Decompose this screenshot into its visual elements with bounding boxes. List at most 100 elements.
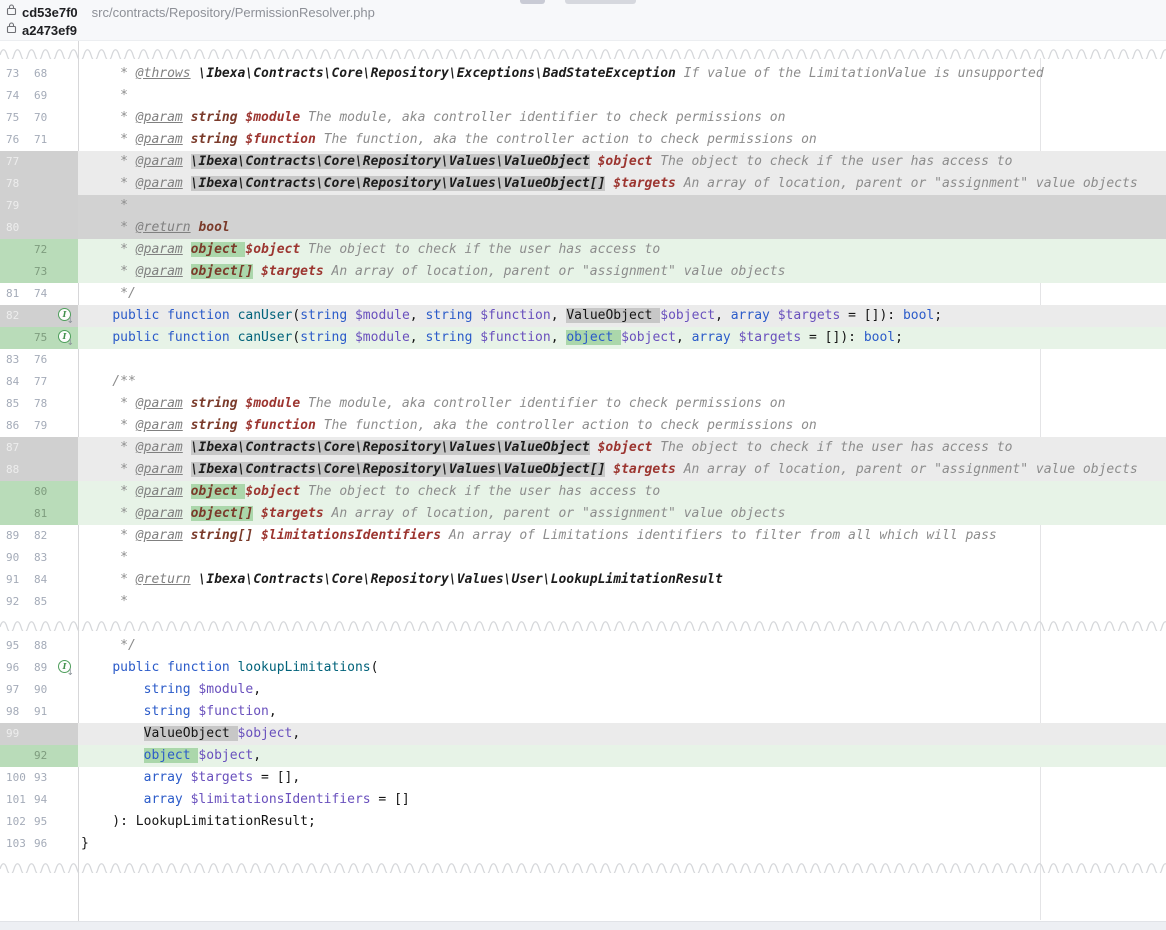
code-token: array [144, 770, 183, 785]
new-line-number: 68 [34, 63, 58, 85]
code-token: $object [238, 726, 293, 741]
implemented-method-icon[interactable]: I↓ [58, 308, 74, 324]
gutter: 88 [0, 459, 78, 481]
code-line[interactable]: * @param object $object The object to ch… [78, 239, 1166, 261]
code-token [731, 330, 739, 345]
code-token: array [731, 308, 770, 323]
code-line[interactable]: * @return \Ibexa\Contracts\Core\Reposito… [78, 569, 1166, 591]
code-token: The module, aka controller identifier to… [300, 110, 785, 125]
code-line[interactable]: object $object, [78, 745, 1166, 767]
code-line[interactable]: * @param string $module The module, aka … [78, 393, 1166, 415]
implemented-method-icon[interactable]: I↓ [58, 660, 74, 676]
gutter-icon-slot [58, 635, 76, 657]
code-token: } [81, 836, 89, 851]
code-token: @param [136, 506, 183, 521]
code-line[interactable]: * @param string $function The function, … [78, 129, 1166, 151]
collapsed-region-separator[interactable] [0, 613, 1166, 635]
code-line[interactable]: * @param string $function The function, … [78, 415, 1166, 437]
gutter: 73 [0, 261, 78, 283]
new-line-number [34, 723, 58, 745]
code-token: * [81, 220, 136, 235]
code-token: canUser [238, 330, 293, 345]
code-token: $targets [261, 506, 324, 521]
code-token [159, 308, 167, 323]
diff-line: 75I↓ public function canUser(string $mod… [0, 327, 1166, 349]
new-line-number [34, 459, 58, 481]
code-line[interactable]: * @throws \Ibexa\Contracts\Core\Reposito… [78, 63, 1166, 85]
code-line[interactable]: * @param \Ibexa\Contracts\Core\Repositor… [78, 151, 1166, 173]
code-token: * [81, 396, 136, 411]
code-line[interactable]: array $limitationsIdentifiers = [] [78, 789, 1166, 811]
code-token: $module [245, 110, 300, 125]
code-line[interactable]: * [78, 85, 1166, 107]
code-line[interactable]: * @return bool [78, 217, 1166, 239]
code-token: @param [136, 440, 183, 455]
code-line[interactable]: public function canUser(string $module, … [78, 327, 1166, 349]
code-token: = []): [840, 308, 903, 323]
code-token: * [81, 264, 136, 279]
code-line[interactable]: } [78, 833, 1166, 855]
code-line[interactable]: * [78, 195, 1166, 217]
code-line[interactable]: */ [78, 283, 1166, 305]
code-line[interactable]: /** [78, 371, 1166, 393]
gutter-icon-slot [58, 525, 76, 547]
old-line-number: 99 [6, 723, 34, 745]
old-line-number [6, 261, 34, 283]
code-line[interactable]: ): LookupLimitationResult; [78, 811, 1166, 833]
code-line[interactable]: public function lookupLimitations( [78, 657, 1166, 679]
code-token: = [] [371, 792, 410, 807]
collapsed-region-separator[interactable] [0, 41, 1166, 63]
gutter-icon-slot [58, 63, 76, 85]
code-line[interactable]: string $module, [78, 679, 1166, 701]
collapsed-region-separator[interactable] [0, 855, 1166, 877]
code-token [183, 506, 191, 521]
code-token [81, 792, 144, 807]
code-line[interactable]: * @param object[] $targets An array of l… [78, 503, 1166, 525]
revision-hash-1: cd53e7f0 [22, 5, 78, 20]
code-line[interactable]: * @param \Ibexa\Contracts\Core\Repositor… [78, 459, 1166, 481]
code-line[interactable]: * @param \Ibexa\Contracts\Core\Repositor… [78, 437, 1166, 459]
code-token: string [425, 330, 472, 345]
code-line[interactable]: * @param string[] $limitationsIdentifier… [78, 525, 1166, 547]
gutter: 99 [0, 723, 78, 745]
code-token: @param [136, 396, 183, 411]
code-line[interactable]: * @param string $module The module, aka … [78, 107, 1166, 129]
gutter-icon-slot [58, 569, 76, 591]
gutter-icon-slot [58, 811, 76, 833]
old-line-number: 87 [6, 437, 34, 459]
code-token: An array of location, parent or "assignm… [324, 506, 786, 521]
code-token [183, 440, 191, 455]
new-line-number: 95 [34, 811, 58, 833]
code-token: \Ibexa\Contracts\Core\Repository\Excepti… [198, 66, 675, 81]
code-token [81, 330, 112, 345]
code-line[interactable]: string $function, [78, 701, 1166, 723]
code-token: string [300, 308, 347, 323]
code-token: @param [136, 484, 183, 499]
code-line[interactable] [78, 349, 1166, 371]
new-line-number: 71 [34, 129, 58, 151]
code-line[interactable]: * [78, 591, 1166, 613]
code-token: array [692, 330, 731, 345]
code-line[interactable]: * @param object[] $targets An array of l… [78, 261, 1166, 283]
implemented-method-icon[interactable]: I↓ [58, 330, 74, 346]
gutter-icon-slot: I↓ [58, 657, 76, 679]
diff-line: 77 * @param \Ibexa\Contracts\Core\Reposi… [0, 151, 1166, 173]
code-line[interactable]: ValueObject $object, [78, 723, 1166, 745]
new-line-number: 76 [34, 349, 58, 371]
code-line[interactable]: public function canUser(string $module, … [78, 305, 1166, 327]
code-token: bool [198, 220, 229, 235]
code-token: function [167, 308, 230, 323]
code-token [183, 110, 191, 125]
old-line-number: 76 [6, 129, 34, 151]
gutter: 87 [0, 437, 78, 459]
code-line[interactable]: */ [78, 635, 1166, 657]
code-line[interactable]: array $targets = [], [78, 767, 1166, 789]
code-token [183, 176, 191, 191]
old-line-number: 82 [6, 305, 34, 327]
code-line[interactable]: * [78, 547, 1166, 569]
gutter: 8679 [0, 415, 78, 437]
code-token [253, 506, 261, 521]
code-line[interactable]: * @param object $object The object to ch… [78, 481, 1166, 503]
code-line[interactable]: * @param \Ibexa\Contracts\Core\Repositor… [78, 173, 1166, 195]
new-line-number: 92 [34, 745, 58, 767]
